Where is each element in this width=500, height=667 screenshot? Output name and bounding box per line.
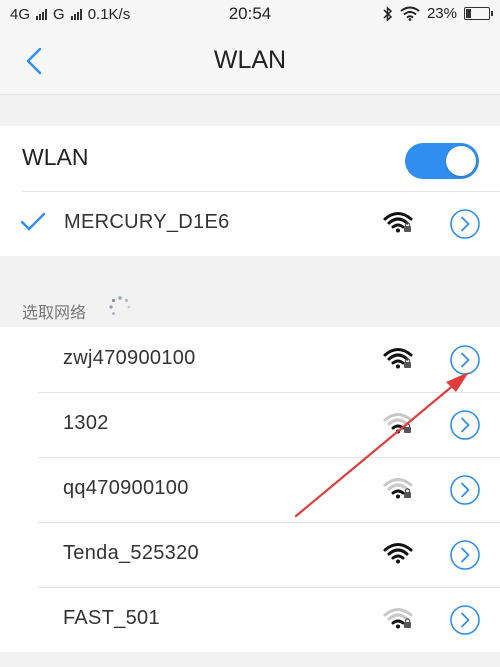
battery-percent: 23% — [426, 5, 457, 22]
chevron-left-icon[interactable] — [18, 44, 52, 78]
network-ssid: FAST_501 — [63, 607, 160, 629]
status-right: 23% — [383, 5, 493, 22]
network-ssid: zwj470900100 — [63, 347, 196, 369]
wifi-signal-icon — [383, 413, 413, 434]
network-row[interactable]: Tenda_525320 — [0, 522, 500, 587]
wifi-signal-icon — [383, 543, 413, 564]
wifi-icon — [400, 6, 420, 21]
connected-ssid: MERCURY_D1E6 — [64, 211, 230, 233]
connected-network-row[interactable]: MERCURY_D1E6 — [0, 191, 500, 256]
wifi-signal-icon — [383, 212, 413, 233]
status-bar: 4G G 0.1K/s 20:54 23% — [0, 0, 500, 30]
bluetooth-icon — [383, 5, 393, 22]
wlan-label: WLAN — [22, 144, 89, 170]
available-networks-header: 选取网络 — [0, 257, 500, 327]
detail-chevron-icon[interactable] — [449, 208, 481, 240]
detail-chevron-icon[interactable] — [449, 604, 481, 636]
network-row[interactable]: zwj470900100 — [0, 327, 500, 392]
nav-bar: WLAN — [0, 30, 500, 95]
network-ssid: qq470900100 — [63, 477, 189, 499]
detail-chevron-icon[interactable] — [449, 539, 481, 571]
detail-chevron-icon[interactable] — [449, 474, 481, 506]
wlan-toggle-switch[interactable] — [405, 143, 479, 179]
wifi-signal-icon — [383, 348, 413, 369]
detail-chevron-icon[interactable] — [449, 409, 481, 441]
checkmark-icon — [20, 212, 46, 231]
network-ssid: Tenda_525320 — [63, 542, 199, 564]
networks-list: zwj470900100 1302 qq470900100 Tenda_525320 F… — [0, 327, 500, 652]
network-ssid: 1302 — [63, 412, 109, 434]
network-row[interactable]: FAST_501 — [0, 587, 500, 652]
network-row[interactable]: qq470900100 — [0, 457, 500, 522]
battery-icon — [464, 7, 493, 20]
detail-chevron-icon[interactable] — [449, 344, 481, 376]
wifi-signal-icon — [383, 478, 413, 499]
section-label: 选取网络 — [22, 305, 87, 322]
toggle-knob — [446, 146, 476, 176]
network-row[interactable]: 1302 — [0, 392, 500, 457]
spinner-icon — [109, 296, 131, 315]
page-title: WLAN — [213, 46, 287, 74]
wifi-signal-icon — [383, 608, 413, 629]
